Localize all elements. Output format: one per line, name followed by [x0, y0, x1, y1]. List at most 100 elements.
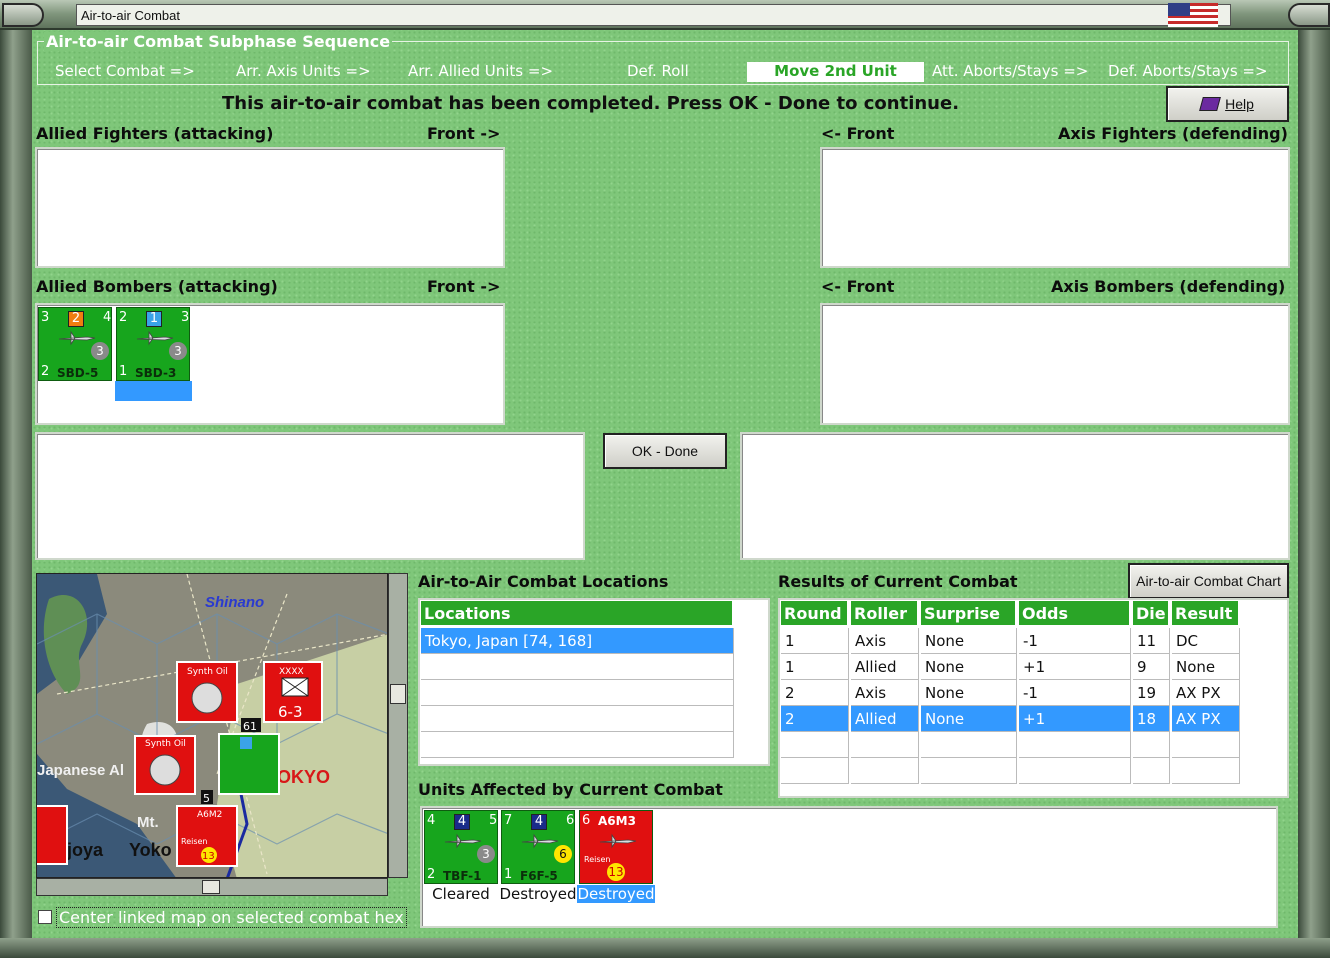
results-cell-round[interactable]: 2 [781, 706, 849, 732]
counter-tr: 6 [566, 813, 575, 828]
close-button[interactable] [1288, 3, 1330, 27]
map-counter-reisen: Reisen [181, 837, 208, 846]
results-title: Results of Current Combat [778, 572, 1018, 591]
results-cell-empty [781, 732, 849, 758]
results-header-roller[interactable]: Roller [851, 601, 919, 625]
results-cell-result[interactable]: AX PX [1172, 680, 1240, 706]
results-cell-surprise[interactable]: None [921, 680, 1017, 706]
counter-badge: 4 [531, 814, 547, 830]
axis-bombers-panel[interactable] [820, 303, 1290, 425]
selected-counter-highlight [115, 381, 192, 401]
combat-chart-button[interactable]: Air-to-air Combat Chart [1128, 563, 1289, 599]
results-cell-odds[interactable]: +1 [1019, 654, 1131, 680]
results-cell-roller[interactable]: Axis [851, 628, 919, 654]
results-cell-odds[interactable]: -1 [1019, 680, 1131, 706]
results-header-surprise[interactable]: Surprise [921, 601, 1017, 625]
results-cell-odds[interactable]: +1 [1019, 706, 1131, 732]
results-cell-odds[interactable]: -1 [1019, 628, 1131, 654]
results-header-result[interactable]: Result [1172, 601, 1240, 625]
results-cell-empty [851, 758, 919, 784]
map-counter-synth-oil-2: Synth Oil [145, 739, 186, 749]
results-cell-result[interactable]: None [1172, 654, 1240, 680]
results-cell-roller[interactable]: Allied [851, 706, 919, 732]
axis-fighters-label: Axis Fighters (defending) [1058, 124, 1288, 143]
unit-status-label: Destroyed [499, 885, 577, 903]
results-cell-roller[interactable]: Allied [851, 654, 919, 680]
results-cell-empty [851, 732, 919, 758]
counter-badge: 4 [454, 814, 470, 830]
system-menu-button[interactable] [2, 3, 44, 27]
counter-tl: 6 [582, 813, 591, 828]
map-counter-a6m2: A6M2 [197, 810, 222, 820]
results-table[interactable]: Round Roller Surprise Odds Die Result 1 Axis Non… [778, 598, 1289, 798]
results-cell-surprise[interactable]: None [921, 706, 1017, 732]
us-flag-icon [1168, 3, 1218, 27]
ok-done-button[interactable]: OK - Done [603, 433, 727, 469]
results-header-round[interactable]: Round [781, 601, 849, 625]
help-label: Help [1225, 96, 1254, 112]
step-arr-allied-units: Arr. Allied Units => [408, 62, 554, 80]
map-label-mt: Mt. [137, 814, 159, 831]
title-bar: Air-to-air Combat [0, 0, 1330, 30]
results-cell-result[interactable]: AX PX [1172, 706, 1240, 732]
results-cell-die[interactable]: 19 [1133, 680, 1170, 706]
counter-tl: 7 [504, 813, 513, 828]
results-header-die[interactable]: Die [1133, 601, 1170, 625]
axis-bombers-label: Axis Bombers (defending) [1051, 277, 1286, 296]
location-row[interactable]: Tokyo, Japan [74, 168] [421, 628, 734, 654]
counter-subname: Reisen [584, 855, 611, 864]
counter-circle: 3 [169, 342, 187, 360]
locations-title: Air-to-Air Combat Locations [418, 572, 669, 591]
locations-list[interactable]: Locations Tokyo, Japan [74, 168] [418, 598, 770, 766]
right-frame [1298, 30, 1330, 940]
plane-icon [444, 833, 482, 849]
plane-icon [599, 833, 637, 849]
step-att-aborts: Att. Aborts/Stays => [932, 62, 1089, 80]
unit-status-label: Cleared [432, 885, 490, 903]
results-cell-round[interactable]: 2 [781, 680, 849, 706]
results-cell-surprise[interactable]: None [921, 628, 1017, 654]
counter-name: SBD-5 [57, 366, 99, 380]
map-hscroll-thumb[interactable] [202, 880, 220, 894]
axis-fighters-front-label: <- Front [821, 124, 895, 143]
map-terrain: Shinano Japanese Al Mt. joya Yoko OKYO S… [37, 574, 387, 877]
unit-counter[interactable]: 3 2 4 3 2 SBD-5 [38, 307, 112, 381]
map-counter-13: 13 [202, 851, 215, 862]
results-cell-die[interactable]: 11 [1133, 628, 1170, 654]
map-counter-strength: 6-3 [278, 703, 303, 721]
plane-icon [136, 330, 174, 346]
unit-counter[interactable]: 2 1 3 3 1 SBD-3 [116, 307, 190, 381]
counter-bl: 1 [504, 867, 513, 882]
affected-unit-counter[interactable]: 7 4 6 6 1 F6F-5 [501, 810, 575, 884]
counter-name: TBF-1 [443, 869, 482, 883]
map-vertical-scrollbar[interactable] [388, 573, 408, 878]
center-map-label[interactable]: Center linked map on selected combat hex [56, 907, 407, 928]
results-cell-round[interactable]: 1 [781, 628, 849, 654]
counter-tr: 4 [103, 310, 112, 325]
affected-unit-counter[interactable]: 6 13 A6M3 Reisen [579, 810, 653, 884]
map-counter-5: 5 [203, 792, 210, 805]
counter-bl: 1 [119, 364, 128, 379]
allied-fighters-panel[interactable] [35, 147, 505, 268]
allied-fighters-label: Allied Fighters (attacking) [36, 124, 274, 143]
results-header-odds[interactable]: Odds [1019, 601, 1131, 625]
results-cell-roller[interactable]: Axis [851, 680, 919, 706]
results-cell-empty [1172, 732, 1240, 758]
results-cell-surprise[interactable]: None [921, 654, 1017, 680]
results-cell-result[interactable]: DC [1172, 628, 1240, 654]
affected-unit-counter[interactable]: 4 4 5 3 2 TBF-1 [424, 810, 498, 884]
allied-bombers-front-label: Front -> [427, 277, 501, 296]
map-label-tokyo: OKYO [277, 767, 330, 787]
results-cell-die[interactable]: 9 [1133, 654, 1170, 680]
map-horizontal-scrollbar[interactable] [36, 878, 388, 896]
results-cell-round[interactable]: 1 [781, 654, 849, 680]
help-book-icon [1199, 97, 1221, 111]
linked-map[interactable]: Shinano Japanese Al Mt. joya Yoko OKYO S… [36, 573, 388, 878]
axis-fighters-panel[interactable] [820, 147, 1290, 268]
center-map-checkbox[interactable] [38, 910, 52, 924]
results-cell-die[interactable]: 18 [1133, 706, 1170, 732]
help-button[interactable]: Help [1166, 86, 1289, 122]
map-label-japanese-al: Japanese Al [37, 762, 124, 779]
results-cell-empty [1133, 732, 1170, 758]
map-vscroll-thumb[interactable] [390, 684, 406, 704]
